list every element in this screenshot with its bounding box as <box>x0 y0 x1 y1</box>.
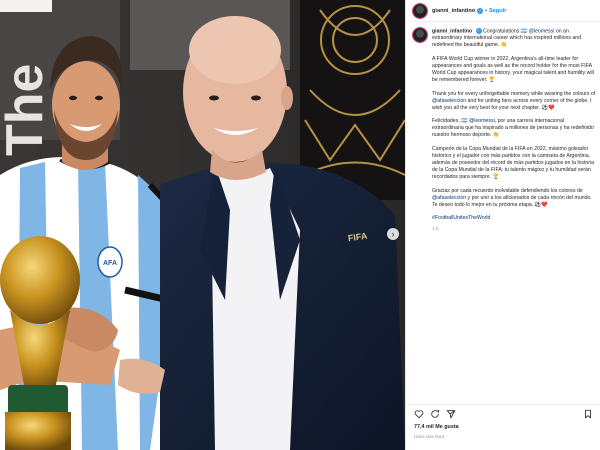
caption-paragraph: Felicidades, 🇦🇷 @leomessi, por una carre… <box>432 118 594 139</box>
action-bar <box>406 404 600 422</box>
caption-paragraph: Thank you for every unforgettable memory… <box>432 90 596 111</box>
svg-text:AFA: AFA <box>103 260 117 267</box>
mention-link[interactable]: @leomessi <box>469 118 495 124</box>
like-count[interactable]: 77,4 mil Me gusta <box>414 424 459 430</box>
caption: gianni_infantino ✓ Congratulations 🇦🇷 @l… <box>406 26 600 411</box>
post-header: gianni_infantino ✓ • Seguir <box>406 0 600 22</box>
caption-text: gianni_infantino ✓ Congratulations 🇦🇷 @l… <box>432 28 596 232</box>
heart-icon[interactable] <box>414 409 424 419</box>
mention-link[interactable]: @afaseleccion <box>432 98 466 104</box>
avatar[interactable] <box>413 3 427 18</box>
share-icon[interactable] <box>446 409 456 419</box>
next-photo-button[interactable]: › <box>387 228 399 240</box>
follow-button[interactable]: Seguir <box>489 8 506 14</box>
caption-avatar[interactable] <box>413 28 427 42</box>
post-photo: The AFA FIFA › <box>0 0 405 450</box>
header-username[interactable]: gianni_infantino <box>432 8 475 14</box>
caption-paragraph: Campeón de la Copa Mundial de la FIFA en… <box>432 146 595 180</box>
verified-icon: ✓ <box>477 7 484 14</box>
caption-paragraph: A FIFA World Cup winner in 2022, Argenti… <box>432 56 594 83</box>
wall-text: The <box>0 64 54 156</box>
caption-paragraph: Gracias por cada recuerdo inolvidable de… <box>432 187 592 208</box>
bookmark-icon[interactable] <box>583 409 593 419</box>
verified-icon: ✓ <box>475 28 482 34</box>
separator-dot: • <box>485 7 487 14</box>
post-age: Hace una hora <box>414 434 445 439</box>
caption-time: 1 h <box>432 226 439 232</box>
comment-icon[interactable] <box>430 409 440 419</box>
mention-link[interactable]: @afaseleccion <box>432 195 466 201</box>
caption-username[interactable]: gianni_infantino <box>432 28 472 34</box>
mention-link[interactable]: @leomessi <box>529 28 555 34</box>
photo-illustration: The AFA FIFA <box>0 0 405 450</box>
afa-badge: AFA <box>97 246 123 278</box>
hashtag-link[interactable]: #FootballUnitesTheWorld <box>432 215 490 221</box>
post-side-panel: gianni_infantino ✓ • Seguir gianni_infan… <box>405 0 600 450</box>
